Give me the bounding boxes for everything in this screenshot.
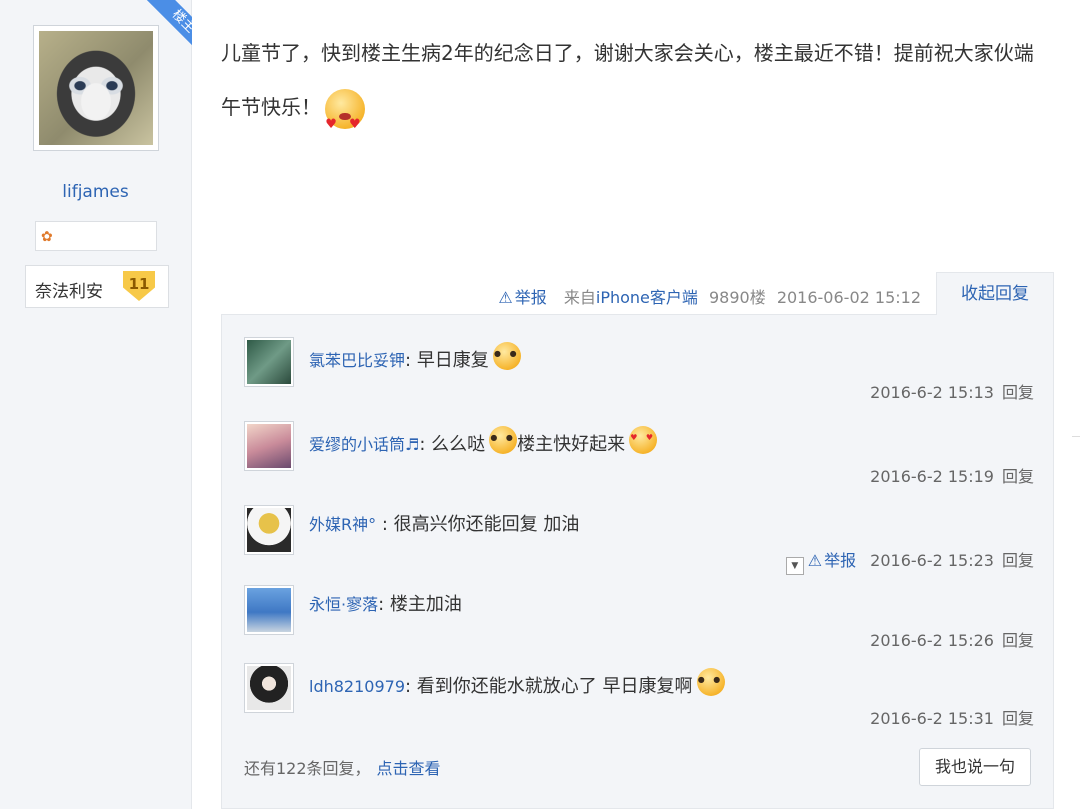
reply-content: 很高兴你还能回复 加油: [393, 514, 580, 535]
reply-content: 么么哒: [431, 434, 486, 455]
post-meta: ⚠ 举报 来自iPhone客户端 9890楼 2016-06-02 15:12: [492, 284, 921, 308]
author-username[interactable]: lifjames: [0, 182, 191, 202]
reply-username[interactable]: 爱缪的小话筒♬: [309, 435, 419, 454]
love-eyes-emoji-icon: ♥ ♥: [325, 88, 365, 132]
reply-time: 2016-6-2 15:31: [870, 709, 994, 728]
reply-text: 氯苯巴比妥钾: 早日康复 ● ●: [309, 342, 521, 372]
source-prefix-text: 来自: [563, 288, 596, 307]
pleading-emoji-icon: ● ●: [696, 668, 725, 696]
view-more-link[interactable]: 点击查看: [377, 759, 441, 778]
reply-username[interactable]: ldh8210979: [309, 677, 405, 696]
post-meta-bar: ⚠ 举报 来自iPhone客户端 9890楼 2016-06-02 15:12 收…: [221, 272, 1054, 315]
reply-button[interactable]: 回复: [1002, 551, 1034, 570]
avatar[interactable]: [244, 337, 294, 387]
reply-meta: 2016-6-2 15:31 回复: [870, 705, 1034, 729]
add-reply-button[interactable]: 我也说一句: [919, 748, 1031, 786]
level-name: 奈法利安: [35, 282, 103, 302]
report-label: 举报: [514, 288, 547, 307]
level-badge-icon: 11: [123, 271, 155, 301]
avatar[interactable]: [244, 585, 294, 635]
avatar[interactable]: [244, 421, 294, 471]
reply-username[interactable]: 氯苯巴比妥钾: [309, 351, 405, 370]
more-replies-text: 还有122条回复，: [244, 759, 371, 778]
post-time: 2016-06-02 15:12: [776, 288, 921, 307]
reply-panel: 氯苯巴比妥钾: 早日康复 ● ● 2016-6-2 15:13 回复 爱缪的小话筒♬…: [221, 314, 1054, 809]
author-sidebar: 楼主 lifjames ✿ 奈法利安 11: [0, 0, 192, 809]
more-replies: 还有122条回复， 点击查看: [244, 755, 441, 779]
honor-badge-icon[interactable]: ✿: [41, 229, 53, 245]
reply-meta: 2016-6-2 15:19 回复: [870, 463, 1034, 487]
report-label: 举报: [824, 551, 857, 570]
reply-time: 2016-6-2 15:19: [870, 467, 994, 486]
level-box[interactable]: 奈法利安 11: [25, 265, 169, 308]
list-item: 永恒·寥落: 楼主加油 2016-6-2 15:26 回复: [244, 585, 1034, 665]
reply-text: ldh8210979: 看到你还能水就放心了 早日康复啊 ● ●: [309, 668, 725, 698]
reply-meta: 2016-6-2 15:13 回复: [870, 379, 1034, 403]
avatar[interactable]: [244, 505, 294, 555]
pleading-emoji-icon: ● ●: [492, 342, 521, 370]
reply-content: 看到你还能水就放心了 早日康复啊: [416, 676, 693, 697]
reply-username[interactable]: 外媒R神°: [309, 515, 376, 534]
list-item: ldh8210979: 看到你还能水就放心了 早日康复啊 ● ● 2016-6-2…: [244, 663, 1034, 743]
reply-content: 楼主加油: [389, 594, 462, 615]
reply-button[interactable]: 回复: [1002, 383, 1034, 402]
reply-time: 2016-6-2 15:13: [870, 383, 994, 402]
reply-button[interactable]: 回复: [1002, 709, 1034, 728]
husky-avatar-image: [39, 31, 153, 145]
divider: [1072, 436, 1080, 437]
reply-meta: 2016-6-2 15:26 回复: [870, 627, 1034, 651]
report-link[interactable]: ⚠ 举报: [498, 288, 546, 307]
reply-text: 永恒·寥落: 楼主加油: [309, 594, 462, 615]
client-link[interactable]: iPhone客户端: [596, 288, 698, 307]
reply-content: 早日康复: [416, 350, 489, 371]
collapse-replies-button[interactable]: 收起回复: [936, 272, 1054, 315]
dropdown-icon[interactable]: ▼: [785, 557, 804, 575]
reply-text: 外媒R神° : 很高兴你还能回复 加油: [309, 514, 580, 535]
reply-button[interactable]: 回复: [1002, 467, 1034, 486]
report-link[interactable]: ⚠ 举报: [808, 551, 856, 570]
reply-time: 2016-6-2 15:26: [870, 631, 994, 650]
list-item: 氯苯巴比妥钾: 早日康复 ● ● 2016-6-2 15:13 回复: [244, 337, 1034, 417]
list-item: 外媒R神° : 很高兴你还能回复 加油 ▼ ⚠ 举报 2016-6-2 15:23 回复: [244, 505, 1034, 585]
source-prefix: 来自iPhone客户端: [558, 288, 698, 307]
reply-meta: ▼ ⚠ 举报 2016-6-2 15:23 回复: [785, 547, 1034, 575]
pleading-emoji-icon: ● ●: [489, 426, 518, 454]
love-eyes-emoji-icon: ♥ ♥: [629, 426, 658, 454]
post-content: 儿童节了，快到楼主生病2年的纪念日了，谢谢大家会关心，楼主最近不错！提前祝大家伙…: [221, 26, 1051, 134]
reply-content-2: 楼主快好起来: [517, 434, 626, 455]
reply-time: 2016-6-2 15:23: [870, 551, 994, 570]
reply-username[interactable]: 永恒·寥落: [309, 595, 378, 614]
floor-number: 9890楼: [708, 288, 766, 307]
badge-box: ✿: [35, 221, 157, 251]
avatar[interactable]: [244, 663, 294, 713]
author-avatar[interactable]: [33, 25, 159, 151]
reply-button[interactable]: 回复: [1002, 631, 1034, 650]
reply-text: 爱缪的小话筒♬: 么么哒 ● ● 楼主快好起来 ♥ ♥: [309, 426, 658, 456]
list-item: 爱缪的小话筒♬: 么么哒 ● ● 楼主快好起来 ♥ ♥ 2016-6-2 15:19 回…: [244, 421, 1034, 501]
